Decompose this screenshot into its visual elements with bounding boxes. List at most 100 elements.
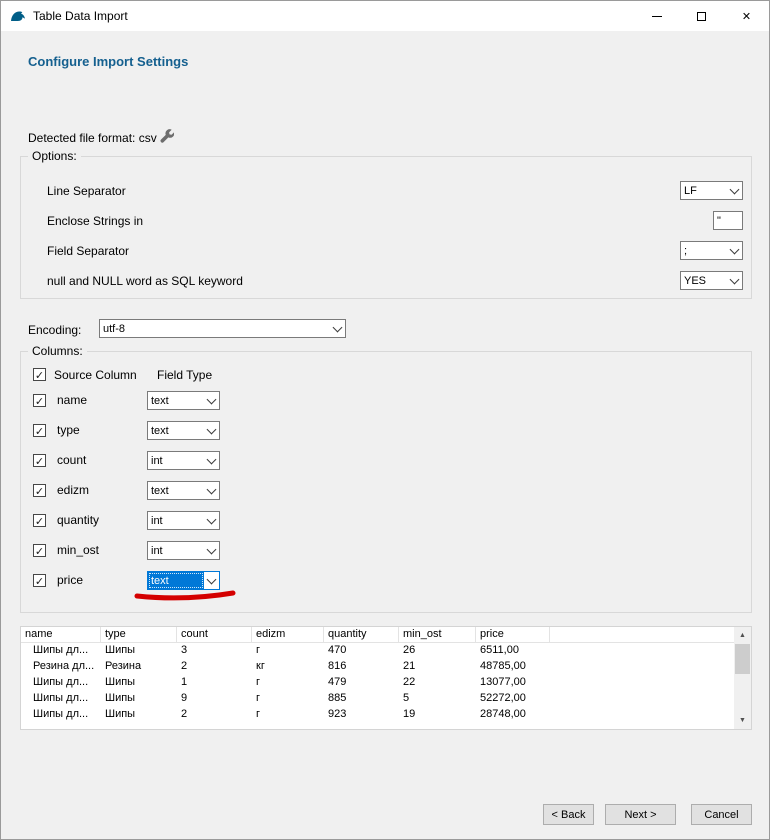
field-type-select[interactable]: text [147, 571, 220, 590]
field-type-select[interactable]: int [147, 451, 220, 470]
mysql-workbench-icon [10, 8, 26, 24]
columns-group: Columns: Source Column Field Type namete… [20, 351, 752, 613]
preview-column-header[interactable]: quantity [324, 627, 399, 642]
preview-column-header[interactable]: type [101, 627, 177, 642]
column-row: min_ostint [21, 540, 751, 570]
maximize-button[interactable] [679, 1, 724, 31]
columns-legend: Columns: [28, 344, 87, 358]
field-type-select[interactable]: int [147, 541, 220, 560]
preview-cell: 21 [399, 659, 476, 675]
check-icon [35, 514, 44, 528]
preview-cell: 52272,00 [476, 691, 550, 707]
preview-column-header[interactable]: min_ost [399, 627, 476, 642]
enclose-strings-value: " [717, 215, 721, 227]
check-icon [35, 454, 44, 468]
preview-column-header[interactable]: name [21, 627, 101, 642]
column-checkbox[interactable] [33, 424, 46, 437]
column-checkbox[interactable] [33, 394, 46, 407]
field-type-value: text [148, 572, 204, 589]
column-checkbox[interactable] [33, 484, 46, 497]
column-checkbox[interactable] [33, 514, 46, 527]
next-button[interactable]: Next > [605, 804, 676, 825]
check-icon [35, 394, 44, 408]
preview-row[interactable]: Шипы дл...Шипы3г470266511,00 [21, 643, 734, 659]
preview-row[interactable]: Резина дл...Резина2кг8162148785,00 [21, 659, 734, 675]
field-type-select[interactable]: text [147, 421, 220, 440]
column-checkbox[interactable] [33, 454, 46, 467]
field-type-value: int [148, 512, 204, 529]
preview-cell: Шипы [101, 691, 177, 707]
preview-column-header[interactable]: edizm [252, 627, 324, 642]
source-column-header: Source Column [54, 368, 137, 382]
field-type-select[interactable]: int [147, 511, 220, 530]
close-button[interactable] [724, 1, 769, 31]
column-row: nametext [21, 390, 751, 420]
preview-cell: 3 [177, 643, 252, 659]
null-keyword-value: YES [681, 272, 727, 289]
field-type-select[interactable]: text [147, 481, 220, 500]
line-separator-select[interactable]: LF [680, 181, 743, 200]
titlebar[interactable]: Table Data Import [1, 1, 769, 31]
preview-cell: г [252, 691, 324, 707]
scroll-down-icon[interactable]: ▼ [734, 712, 751, 729]
column-checkbox[interactable] [33, 574, 46, 587]
null-keyword-select[interactable]: YES [680, 271, 743, 290]
field-type-value: int [148, 452, 204, 469]
wrench-icon[interactable] [159, 128, 174, 143]
cancel-button[interactable]: Cancel [691, 804, 752, 825]
preview-cell: 1 [177, 675, 252, 691]
field-type-value: int [148, 542, 204, 559]
field-type-select[interactable]: text [147, 391, 220, 410]
preview-cell: г [252, 675, 324, 691]
preview-cell: Шипы дл... [21, 643, 101, 659]
preview-cell: Шипы дл... [21, 675, 101, 691]
preview-cell: Шипы [101, 643, 177, 659]
columns-rows: nametexttypetextcountintedizmtextquantit… [21, 390, 751, 600]
enclose-strings-input[interactable]: " [713, 211, 743, 230]
preview-cell: г [252, 707, 324, 723]
preview-cell: Резина [101, 659, 177, 675]
check-icon [35, 484, 44, 498]
vertical-scrollbar[interactable]: ▲ ▼ [734, 627, 751, 729]
encoding-select[interactable]: utf-8 [99, 319, 346, 338]
window-controls [634, 1, 769, 31]
preview-cell: 22 [399, 675, 476, 691]
minimize-icon [652, 16, 662, 17]
window-title: Table Data Import [33, 9, 128, 23]
back-button[interactable]: < Back [543, 804, 594, 825]
preview-column-header[interactable]: count [177, 627, 252, 642]
preview-cell: 48785,00 [476, 659, 550, 675]
column-row: quantityint [21, 510, 751, 540]
select-all-columns-checkbox[interactable] [33, 368, 46, 381]
scroll-up-icon[interactable]: ▲ [734, 627, 751, 644]
preview-cell: Шипы дл... [21, 707, 101, 723]
scrollbar-thumb[interactable] [735, 644, 750, 674]
source-column-label: edizm [57, 483, 89, 497]
preview-cell: 479 [324, 675, 399, 691]
preview-row[interactable]: Шипы дл...Шипы9г885552272,00 [21, 691, 734, 707]
page-title: Configure Import Settings [28, 54, 188, 69]
preview-cell: 26 [399, 643, 476, 659]
chevron-down-icon [727, 242, 742, 259]
field-type-value: text [148, 482, 204, 499]
chevron-down-icon [727, 182, 742, 199]
chevron-down-icon [330, 320, 345, 337]
preview-cell: 2 [177, 707, 252, 723]
column-row: typetext [21, 420, 751, 450]
enclose-strings-label: Enclose Strings in [47, 214, 143, 228]
column-checkbox[interactable] [33, 544, 46, 557]
chevron-down-icon [204, 392, 219, 409]
close-icon [742, 9, 751, 23]
field-type-header: Field Type [157, 368, 212, 382]
chevron-down-icon [204, 452, 219, 469]
minimize-button[interactable] [634, 1, 679, 31]
field-type-value: text [148, 392, 204, 409]
preview-row[interactable]: Шипы дл...Шипы1г4792213077,00 [21, 675, 734, 691]
preview-column-header[interactable]: price [476, 627, 550, 642]
encoding-label: Encoding: [28, 323, 81, 337]
preview-cell: 816 [324, 659, 399, 675]
chevron-down-icon [204, 422, 219, 439]
field-separator-select[interactable]: ; [680, 241, 743, 260]
preview-row[interactable]: Шипы дл...Шипы2г9231928748,00 [21, 707, 734, 723]
chevron-down-icon [204, 572, 219, 589]
